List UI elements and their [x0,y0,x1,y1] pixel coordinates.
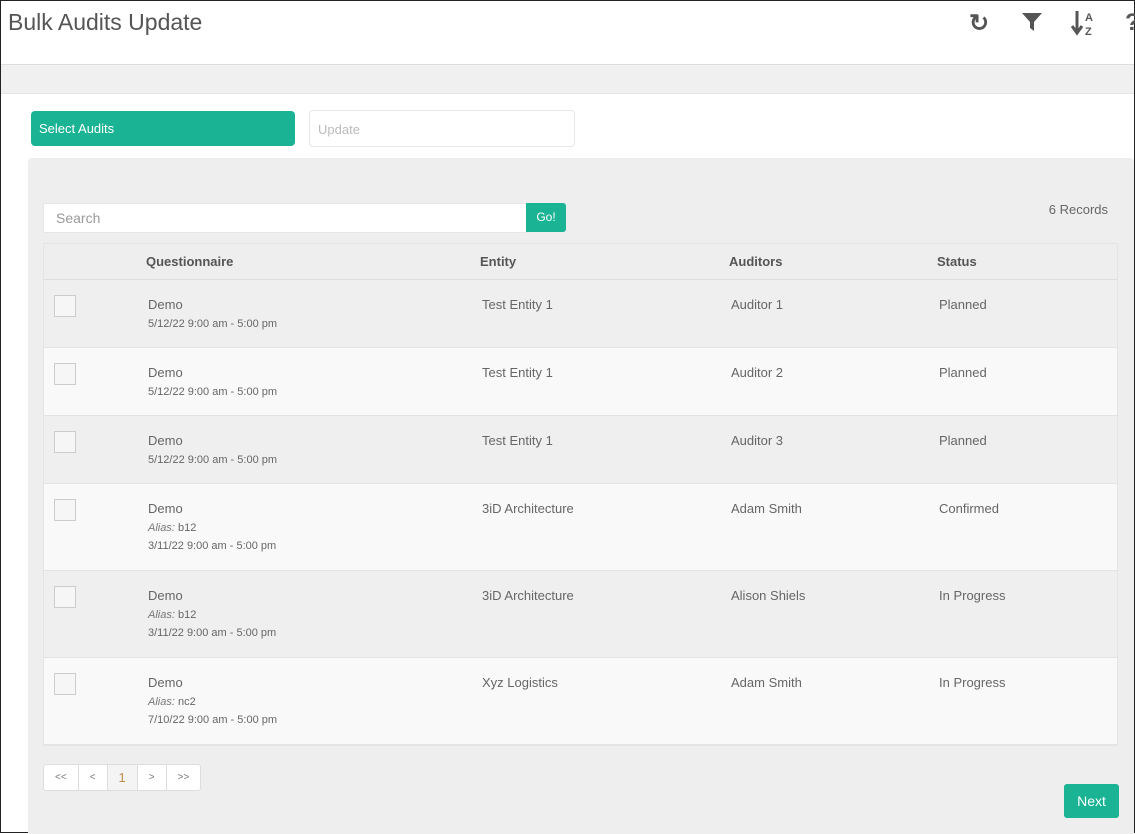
last-page-button[interactable]: >> [167,765,201,790]
alias: Alias: nc2 [148,696,277,708]
alias-value: b12 [177,609,197,621]
entity-cell: Xyz Logistics [482,675,558,690]
subheader-band [1,66,1134,94]
svg-text:Z: Z [1085,26,1092,37]
go-button[interactable]: Go! [526,203,566,232]
auditor-cell: Auditor 3 [731,433,784,448]
table-row: Demo Alias: b12 3/11/22 9:00 am - 5:00 p… [44,571,1117,658]
audit-date: 5/12/22 9:00 am - 5:00 pm [148,386,278,398]
prev-page-button[interactable]: < [79,765,108,790]
audit-date: 5/12/22 9:00 am - 5:00 pm [148,318,278,330]
filter-icon[interactable] [1021,11,1043,40]
table-row: Demo 5/12/22 9:00 am - 5:00 pm Test Enti… [44,348,1117,416]
questionnaire-cell: Demo 5/12/22 9:00 am - 5:00 pm [148,297,277,330]
next-button[interactable]: Next [1064,784,1119,818]
row-checkbox[interactable] [54,363,76,385]
alias: Alias: b12 [148,522,276,534]
questionnaire-name: Demo [148,675,183,690]
auditor-cell: Adam Smith [731,675,802,690]
table-row: Demo 5/12/22 9:00 am - 5:00 pm Test Enti… [44,416,1117,484]
alias-label: Alias: [148,522,175,534]
search-input[interactable]: Search [43,203,527,233]
audits-table: Questionnaire Entity Auditors Status Dem… [43,243,1118,746]
status-cell: Planned [939,365,987,380]
audit-date: 7/10/22 9:00 am - 5:00 pm [148,714,278,726]
table-row: Demo Alias: nc2 7/10/22 9:00 am - 5:00 p… [44,658,1117,745]
entity-cell: Test Entity 1 [482,433,553,448]
row-checkbox[interactable] [54,431,76,453]
alias-label: Alias: [148,609,175,621]
col-auditors[interactable]: Auditors [729,254,782,269]
update-dropdown[interactable]: Update [309,110,575,147]
table-header: Questionnaire Entity Auditors Status [44,244,1117,280]
first-page-button[interactable]: << [44,765,79,790]
table-row: Demo 5/12/22 9:00 am - 5:00 pm Test Enti… [44,280,1117,348]
questionnaire-cell: Demo Alias: b12 3/11/22 9:00 am - 5:00 p… [148,501,276,552]
svg-text:A: A [1085,12,1093,24]
status-cell: In Progress [939,588,1006,603]
audit-date: 3/11/22 9:00 am - 5:00 pm [148,627,277,639]
page-1-button[interactable]: 1 [107,765,138,790]
help-icon[interactable]: ? [1125,9,1135,37]
status-cell: In Progress [939,675,1006,690]
entity-cell: 3iD Architecture [482,501,574,516]
alias-label: Alias: [148,696,175,708]
audit-date: 3/11/22 9:00 am - 5:00 pm [148,540,277,552]
header: Bulk Audits Update ↻ AZ ? [1,1,1135,65]
auditor-cell: Auditor 2 [731,365,784,380]
questionnaire-cell: Demo Alias: nc2 7/10/22 9:00 am - 5:00 p… [148,675,277,726]
status-cell: Planned [939,433,987,448]
status-cell: Confirmed [939,501,999,516]
questionnaire-name: Demo [148,365,183,380]
row-checkbox[interactable] [54,586,76,608]
alias-value: nc2 [177,696,196,708]
status-cell: Planned [939,297,987,312]
questionnaire-name: Demo [148,297,183,312]
refresh-icon[interactable]: ↻ [969,9,989,38]
row-checkbox[interactable] [54,673,76,695]
entity-cell: Test Entity 1 [482,297,553,312]
auditor-cell: Auditor 1 [731,297,784,312]
sort-alpha-icon[interactable]: AZ [1070,9,1097,44]
table-row: Demo Alias: b12 3/11/22 9:00 am - 5:00 p… [44,484,1117,571]
next-page-button[interactable]: > [138,765,167,790]
pagination: << < 1 > >> [43,764,202,791]
entity-cell: Test Entity 1 [482,365,553,380]
select-audits-button[interactable]: Select Audits [31,111,295,146]
questionnaire-name: Demo [148,501,183,516]
col-status[interactable]: Status [937,254,977,269]
audit-date: 5/12/22 9:00 am - 5:00 pm [148,454,278,466]
alias: Alias: b12 [148,609,276,621]
alias-value: b12 [177,522,197,534]
row-checkbox[interactable] [54,295,76,317]
questionnaire-name: Demo [148,433,183,448]
entity-cell: 3iD Architecture [482,588,574,603]
row-checkbox[interactable] [54,499,76,521]
page-title: Bulk Audits Update [8,9,203,35]
col-questionnaire[interactable]: Questionnaire [146,254,233,269]
questionnaire-cell: Demo Alias: b12 3/11/22 9:00 am - 5:00 p… [148,588,276,639]
questionnaire-cell: Demo 5/12/22 9:00 am - 5:00 pm [148,433,277,466]
records-count: 6 Records [1048,202,1108,217]
auditor-cell: Alison Shiels [731,588,806,603]
auditor-cell: Adam Smith [731,501,802,516]
col-entity[interactable]: Entity [480,254,516,269]
questionnaire-name: Demo [148,588,183,603]
questionnaire-cell: Demo 5/12/22 9:00 am - 5:00 pm [148,365,277,398]
